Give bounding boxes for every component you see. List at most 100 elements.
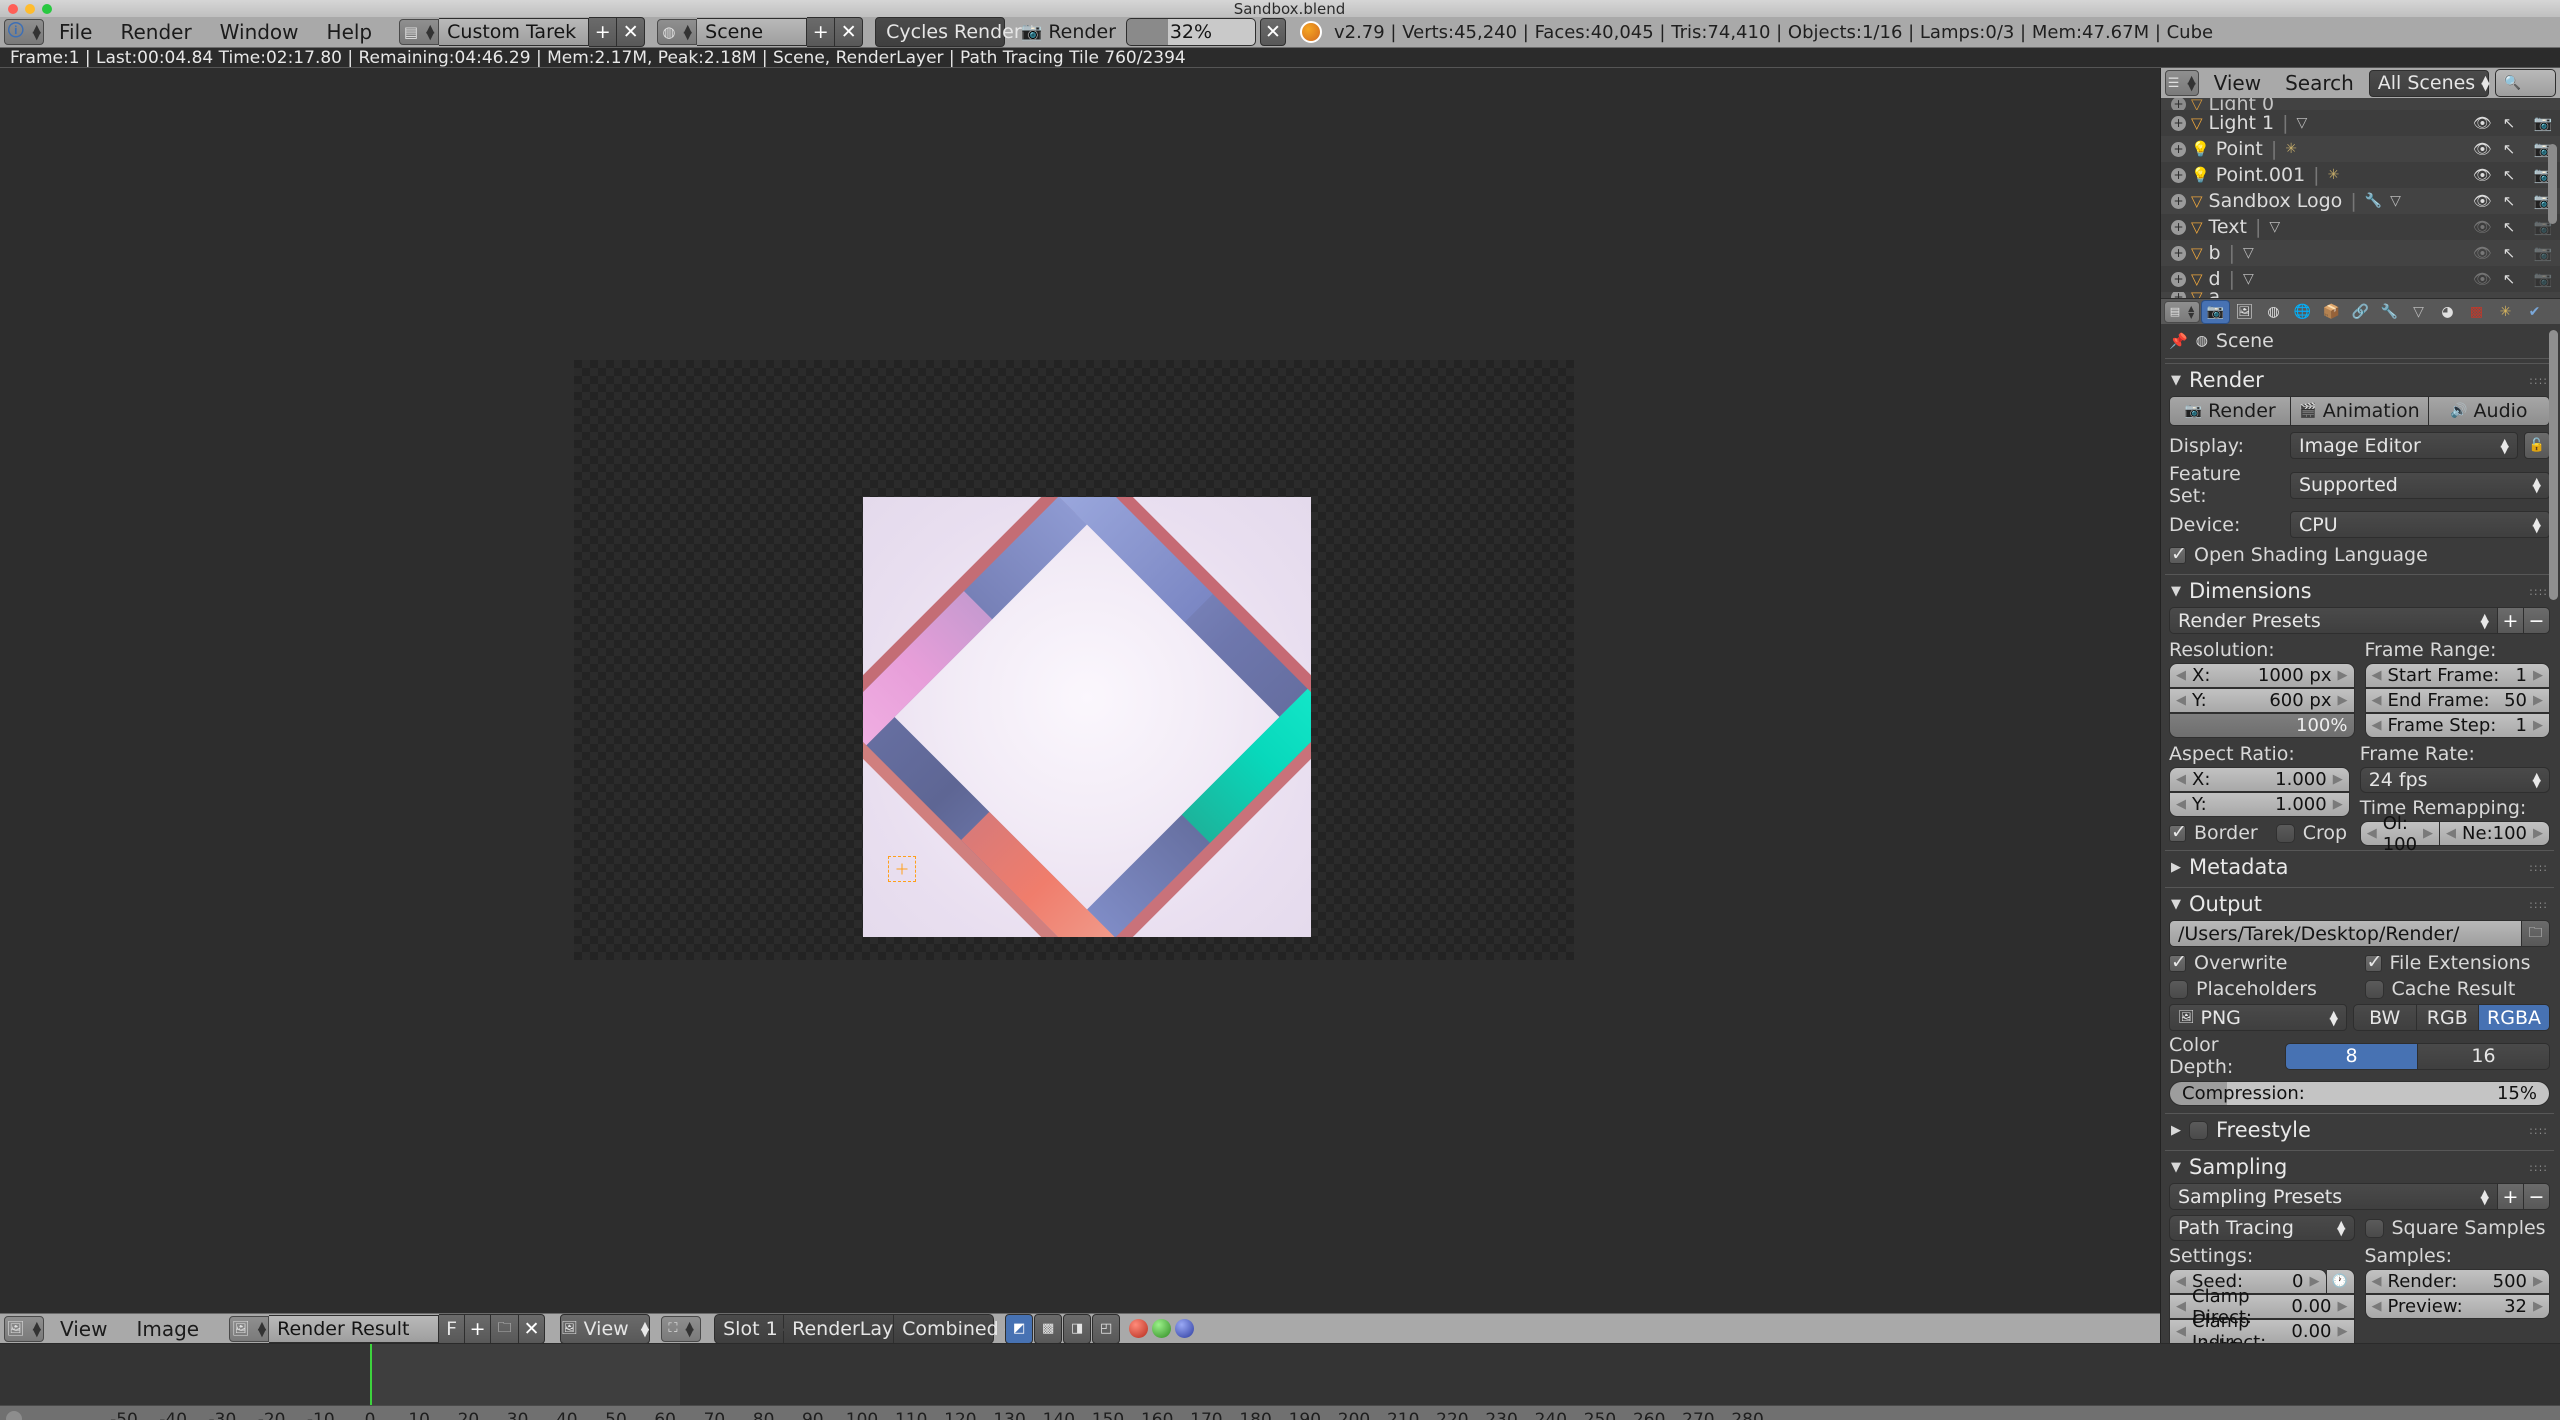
screen-layout-name[interactable]: Custom Tarek bbox=[439, 18, 590, 46]
image-editor-type-selector[interactable]: 🖼 ▲ ▼ bbox=[4, 1315, 44, 1342]
menu-file[interactable]: File bbox=[46, 20, 105, 44]
render-animation-button[interactable]: 🎬 Animation bbox=[2291, 396, 2429, 426]
info-editor-type-selector[interactable]: 🛈 ▲ ▼ bbox=[4, 19, 44, 45]
list-item[interactable]: + ▽ b | ▽ 👁 ↖ 📷 bbox=[2161, 240, 2560, 266]
restrict-view-icon[interactable]: 👁 bbox=[2473, 114, 2492, 132]
frame-step-field[interactable]: ◀ Frame Step: 1 ▶ bbox=[2364, 713, 2550, 738]
pivot-selector[interactable]: ⛶ ▲ ▼ bbox=[661, 1315, 702, 1342]
file-format-selector[interactable]: 🖼 PNG ▲ ▼ bbox=[2169, 1004, 2347, 1031]
list-item[interactable]: + 💡 Point | ✳ 👁 ↖ 📷 bbox=[2161, 136, 2560, 162]
color-depth-8-button[interactable]: 8 bbox=[2285, 1042, 2418, 1070]
render-samples-field[interactable]: ◀ Render: 500 ▶ bbox=[2364, 1269, 2550, 1294]
outliner-editor-type-selector[interactable]: ☰ ▲ ▼ bbox=[2165, 70, 2199, 96]
outliner-scrollbar[interactable] bbox=[2548, 144, 2557, 224]
window-minimize-button[interactable] bbox=[25, 3, 35, 14]
add-screen-button[interactable]: + bbox=[589, 17, 618, 47]
display-selector[interactable]: Image Editor ▲ ▼ bbox=[2290, 432, 2518, 459]
restrict-view-icon[interactable]: 👁 bbox=[2473, 192, 2492, 210]
restrict-select-icon[interactable]: ↖ bbox=[2492, 270, 2526, 288]
timeline-scroll-handle[interactable] bbox=[6, 1411, 22, 1420]
render-layer-selector[interactable]: RenderLayer ▲▼ bbox=[784, 1313, 927, 1344]
resolution-y-field[interactable]: ◀ Y: 600 px ▶ bbox=[2169, 688, 2355, 713]
scene-browse-button[interactable]: ◍ ▲ ▼ bbox=[657, 19, 698, 45]
freestyle-panel-header[interactable]: ▶ Freestyle :::: bbox=[2165, 1113, 2554, 1146]
remove-sampling-preset-button[interactable]: − bbox=[2524, 1183, 2550, 1210]
integrator-selector[interactable]: Path Tracing ▲ ▼ bbox=[2169, 1215, 2355, 1241]
restrict-view-icon[interactable]: 👁 bbox=[2473, 218, 2492, 236]
render-slot-selector[interactable]: Slot 1 ▲▼ bbox=[714, 1313, 792, 1344]
image-menu-view[interactable]: View bbox=[47, 1317, 120, 1341]
end-frame-field[interactable]: ◀ End Frame: 50 ▶ bbox=[2364, 688, 2550, 713]
placeholders-checkbox[interactable] bbox=[2169, 979, 2188, 999]
alpha-display-icon[interactable]: ▩ bbox=[1034, 1313, 1063, 1344]
animate-seed-button[interactable]: 🕐 bbox=[2326, 1269, 2355, 1294]
channels-rgba-button[interactable]: RGBA bbox=[2479, 1004, 2550, 1031]
mesh-data-icon[interactable]: ▽ bbox=[2269, 219, 2280, 235]
dimensions-panel-header[interactable]: ▼ Dimensions :::: bbox=[2165, 574, 2554, 607]
device-selector[interactable]: CPU ▲ ▼ bbox=[2290, 511, 2550, 538]
restrict-select-icon[interactable]: ↖ bbox=[2492, 218, 2526, 236]
scene-tab[interactable]: ◍ bbox=[2260, 301, 2287, 323]
list-item[interactable]: + ▽ Text | ▽ 👁 ↖ 📷 bbox=[2161, 214, 2560, 240]
delete-screen-button[interactable]: ✕ bbox=[617, 17, 646, 47]
file-extensions-checkbox[interactable] bbox=[2364, 951, 2382, 973]
lamp-data-icon[interactable]: ✳ bbox=[2285, 141, 2297, 157]
scene-name-field[interactable]: Scene bbox=[697, 18, 808, 46]
properties-editor-type-selector[interactable]: ▤ ▲ ▼ bbox=[2164, 300, 2200, 323]
expand-icon[interactable]: + bbox=[2171, 292, 2186, 298]
display-lock-button[interactable]: 🔓 bbox=[2524, 432, 2550, 459]
time-remap-old-field[interactable]: ◀ Ol: 100 ▶ bbox=[2359, 813, 2441, 855]
resolution-percentage-slider[interactable]: 100% bbox=[2169, 713, 2355, 738]
window-close-button[interactable] bbox=[8, 3, 18, 14]
expand-icon[interactable]: + bbox=[2171, 219, 2186, 235]
restrict-view-icon[interactable]: 👁 bbox=[2473, 140, 2492, 158]
osl-checkbox[interactable] bbox=[2169, 543, 2187, 565]
blue-channel-icon[interactable] bbox=[1175, 1319, 1195, 1338]
render-audio-button[interactable]: 🔊 Audio bbox=[2428, 396, 2550, 426]
list-item[interactable]: + ▽ Light 0 bbox=[2161, 98, 2560, 110]
expand-icon[interactable]: + bbox=[2171, 167, 2186, 183]
pin-icon[interactable]: 📌 bbox=[2169, 332, 2188, 350]
menu-render[interactable]: Render bbox=[107, 20, 204, 44]
output-path-input[interactable]: /Users/Tarek/Desktop/Render/ bbox=[2169, 920, 2522, 947]
restrict-select-icon[interactable]: ↖ bbox=[2492, 140, 2526, 158]
cancel-render-button[interactable]: ✕ bbox=[1259, 18, 1286, 46]
mesh-data-icon[interactable]: ▽ bbox=[2390, 193, 2401, 209]
add-sampling-preset-button[interactable]: + bbox=[2498, 1183, 2524, 1210]
list-item[interactable]: + ▽ d | ▽ 👁 ↖ 📷 bbox=[2161, 266, 2560, 292]
render-image-button[interactable]: 📷 Render bbox=[2169, 396, 2292, 426]
compression-slider[interactable]: Compression: 15% bbox=[2169, 1081, 2550, 1106]
zdepth-icon[interactable]: ◨ bbox=[1063, 1313, 1092, 1344]
feature-set-selector[interactable]: Supported ▲ ▼ bbox=[2290, 471, 2550, 499]
freestyle-checkbox[interactable] bbox=[2189, 1120, 2208, 1140]
green-channel-icon[interactable] bbox=[1152, 1319, 1172, 1338]
outliner-menu-search[interactable]: Search bbox=[2276, 71, 2363, 95]
restrict-select-icon[interactable]: ↖ bbox=[2492, 244, 2526, 262]
texture-tab[interactable]: ▩ bbox=[2463, 301, 2490, 323]
crop-checkbox[interactable] bbox=[2275, 823, 2295, 843]
aspect-y-field[interactable]: ◀ Y: 1.000 ▶ bbox=[2169, 792, 2350, 817]
add-preset-button[interactable]: + bbox=[2498, 607, 2524, 634]
add-scene-button[interactable]: + bbox=[807, 17, 836, 47]
restrict-view-icon[interactable]: 👁 bbox=[2473, 166, 2492, 184]
material-tab[interactable]: ◕ bbox=[2434, 301, 2461, 323]
fake-user-button[interactable]: F bbox=[439, 1313, 466, 1344]
outliner-tree[interactable]: + ▽ Light 0 + ▽ Light 1 | ▽ 👁 ↖ 📷 + 💡 Po… bbox=[2161, 98, 2560, 298]
object-tab[interactable]: 📦 bbox=[2318, 301, 2345, 323]
border-checkbox[interactable] bbox=[2169, 821, 2187, 843]
screen-layout-selector[interactable]: ▤ ▲ ▼ bbox=[399, 19, 440, 45]
lamp-data-icon[interactable]: ✳ bbox=[2328, 167, 2340, 183]
mesh-data-icon[interactable]: ▽ bbox=[2297, 115, 2308, 131]
render-layers-tab[interactable]: 🖼 bbox=[2231, 301, 2258, 323]
list-item[interactable]: + 💡 Point.001 | ✳ 👁 ↖ 📷 bbox=[2161, 162, 2560, 188]
delete-scene-button[interactable]: ✕ bbox=[835, 17, 864, 47]
channels-rgb-button[interactable]: RGB bbox=[2416, 1004, 2480, 1031]
cache-result-checkbox[interactable] bbox=[2364, 979, 2384, 999]
image-view-selector[interactable]: 🖼 View ▲ ▼ bbox=[560, 1313, 651, 1344]
alpha-over-icon[interactable]: ◰ bbox=[1092, 1313, 1121, 1344]
restrict-view-icon[interactable]: 👁 bbox=[2473, 270, 2492, 288]
modifiers-tab[interactable]: 🔧 bbox=[2376, 301, 2403, 323]
expand-icon[interactable]: + bbox=[2171, 245, 2186, 261]
image-name-field[interactable]: Render Result bbox=[269, 1314, 440, 1343]
restrict-render-icon[interactable]: 📷 bbox=[2526, 270, 2560, 288]
